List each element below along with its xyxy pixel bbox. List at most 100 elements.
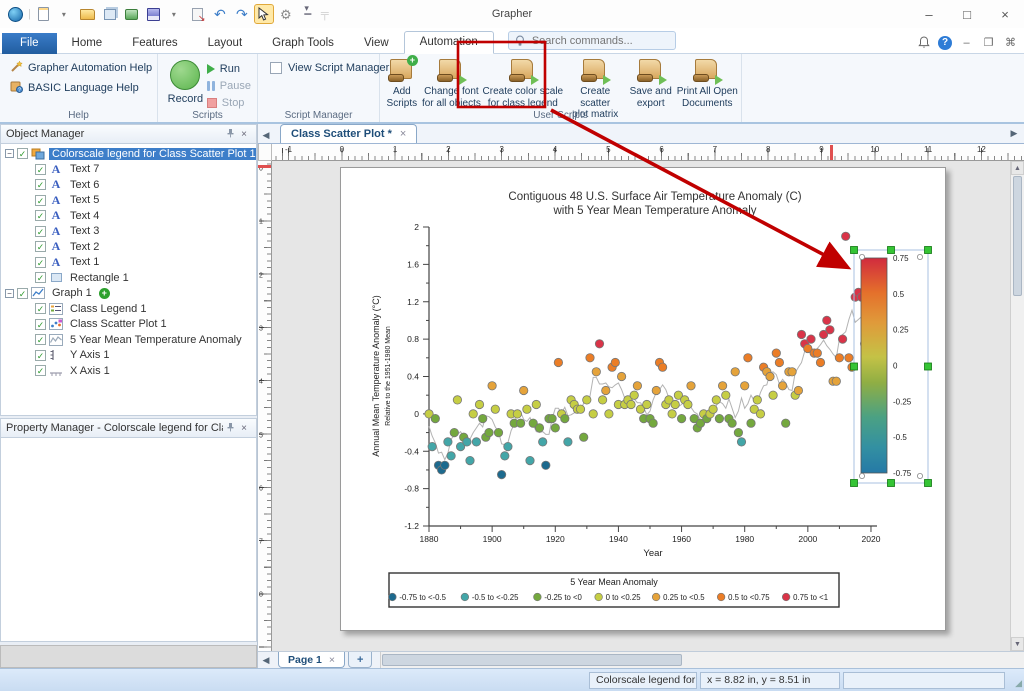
tab-layout[interactable]: Layout [193, 33, 258, 54]
selection-handle[interactable] [925, 363, 932, 370]
visibility-checkbox[interactable]: ✓ [17, 148, 28, 159]
tree-item-class-legend-1[interactable]: ✓Class Legend 1 [1, 301, 256, 317]
selection-handle[interactable] [851, 247, 858, 254]
tree-item-text-2[interactable]: ✓AText 2 [1, 239, 256, 255]
new-page-tab[interactable]: + [348, 652, 372, 668]
selection-handle[interactable] [925, 247, 932, 254]
vertical-scroll-thumb[interactable] [1013, 176, 1022, 296]
close-button[interactable]: × [986, 0, 1024, 28]
open-folder-icon[interactable] [78, 4, 98, 24]
tree-item-5-year-mean-temperature-anomaly[interactable]: ✓5 Year Mean Temperature Anomaly [1, 332, 256, 348]
page-tab[interactable]: Page 1 × [278, 652, 345, 668]
doc-tabs-left-arrow-icon[interactable]: ◀ [258, 127, 274, 143]
rotate-handle-icon[interactable] [917, 254, 922, 259]
tree-item-text-3[interactable]: ✓AText 3 [1, 224, 256, 240]
undo-icon[interactable]: ↶ [210, 4, 230, 24]
collapse-expander-icon[interactable]: − [5, 149, 14, 158]
visibility-checkbox[interactable]: ✓ [35, 272, 46, 283]
search-box[interactable] [508, 31, 676, 50]
redo-icon[interactable]: ↷ [232, 4, 252, 24]
selection-handle[interactable] [888, 480, 895, 487]
scroll-down-icon[interactable]: ▼ [1011, 637, 1024, 651]
close-page-icon[interactable]: × [329, 654, 335, 666]
refresh-icon[interactable] [122, 4, 142, 24]
close-panel-icon[interactable]: × [237, 129, 251, 140]
tab-features[interactable]: Features [117, 33, 192, 54]
tree-item-text-7[interactable]: ✓AText 7 [1, 162, 256, 178]
tab-view[interactable]: View [349, 33, 404, 54]
visibility-checkbox[interactable]: ✓ [35, 365, 46, 376]
page-tabs-left-arrow-icon[interactable]: ◀ [258, 652, 274, 668]
visibility-checkbox[interactable]: ✓ [35, 303, 46, 314]
doc-tabs-right-arrow-icon[interactable]: ▶ [1006, 125, 1022, 141]
tree-item-x-axis-1[interactable]: ✓X Axis 1 [1, 363, 256, 379]
visibility-checkbox[interactable]: ✓ [35, 350, 46, 361]
help-icon[interactable]: ? [938, 36, 952, 50]
run-button[interactable]: Run [207, 60, 251, 77]
dropdown-icon[interactable]: ▾ [56, 4, 76, 24]
restore-document-icon[interactable]: ❐ [981, 35, 996, 50]
close-panel-icon[interactable]: × [237, 423, 251, 434]
tab-home[interactable]: Home [57, 33, 118, 54]
vertical-scrollbar[interactable]: ▲ ▼ [1010, 161, 1024, 651]
new-file-icon[interactable] [34, 4, 54, 24]
tree-item-text-5[interactable]: ✓AText 5 [1, 193, 256, 209]
tab-automation[interactable]: Automation [404, 31, 494, 54]
dropdown-icon[interactable]: ▾ [166, 4, 186, 24]
visibility-checkbox[interactable]: ✓ [35, 195, 46, 206]
notifications-bell-icon[interactable] [916, 35, 931, 50]
rotate-handle-icon[interactable] [859, 254, 864, 259]
selection-handle[interactable] [925, 480, 932, 487]
colorscale-gradient-bar[interactable] [861, 258, 887, 473]
tree-item-y-axis-1[interactable]: ✓Y Axis 1 [1, 348, 256, 364]
selection-handle[interactable] [888, 247, 895, 254]
export-icon[interactable]: ↘ [188, 4, 208, 24]
tab-graph-tools[interactable]: Graph Tools [257, 33, 349, 54]
rotate-handle-icon[interactable] [859, 473, 864, 478]
drawing-canvas[interactable]: Contiguous 48 U.S. Surface Air Temperatu… [272, 161, 1010, 651]
restore-window-icon[interactable] [100, 4, 120, 24]
visibility-checkbox[interactable]: ✓ [35, 210, 46, 221]
visibility-checkbox[interactable]: ✓ [17, 288, 28, 299]
record-button[interactable] [170, 58, 200, 90]
pin-icon[interactable] [223, 422, 237, 435]
visibility-checkbox[interactable]: ✓ [35, 164, 46, 175]
minimize-button[interactable]: – [910, 0, 948, 28]
tree-item-text-6[interactable]: ✓AText 6 [1, 177, 256, 193]
visibility-checkbox[interactable]: ✓ [35, 241, 46, 252]
tab-file[interactable]: File [2, 33, 57, 54]
scroll-up-icon[interactable]: ▲ [1011, 161, 1024, 175]
document-tab[interactable]: Class Scatter Plot * × [280, 124, 417, 143]
toolbar-options-icon[interactable]: ▾▔ [298, 4, 318, 24]
help-item-0[interactable]: Grapher Automation Help [6, 58, 151, 78]
tree-item-text-4[interactable]: ✓AText 4 [1, 208, 256, 224]
close-document-icon[interactable]: ⌘ [1003, 35, 1018, 50]
visibility-checkbox[interactable]: ✓ [35, 334, 46, 345]
visibility-checkbox[interactable]: ✓ [35, 319, 46, 330]
help-item-1[interactable]: ?BASIC Language Help [6, 78, 151, 98]
app-globe-icon[interactable] [5, 4, 25, 24]
minimize-ribbon-icon[interactable]: – [959, 35, 974, 50]
collapse-expander-icon[interactable]: − [5, 289, 14, 298]
view-script-manager-checkbox[interactable]: View Script Manager [264, 58, 395, 78]
tree-item-graph-1[interactable]: −✓Graph 1+ [1, 286, 256, 302]
maximize-button[interactable]: □ [948, 0, 986, 28]
search-input[interactable] [530, 34, 660, 48]
tree-item-class-scatter-plot-1[interactable]: ✓Class Scatter Plot 1 [1, 317, 256, 333]
horizontal-scroll-thumb[interactable] [382, 654, 682, 666]
plot-page[interactable]: Contiguous 48 U.S. Surface Air Temperatu… [340, 167, 946, 631]
horizontal-scrollbar[interactable] [380, 652, 1024, 668]
selection-handle[interactable] [851, 480, 858, 487]
visibility-checkbox[interactable]: ✓ [35, 257, 46, 268]
pointer-tool-icon[interactable] [254, 4, 274, 24]
pin-icon[interactable] [223, 128, 237, 141]
add-plot-icon[interactable]: + [99, 288, 110, 299]
gear-icon[interactable]: ⚙ [276, 4, 296, 24]
tree-item-colorscale-legend-for-class-scatter-plot-1[interactable]: −✓Colorscale legend for Class Scatter Pl… [1, 146, 256, 162]
visibility-checkbox[interactable]: ✓ [35, 179, 46, 190]
selection-handle[interactable] [851, 363, 858, 370]
rotate-handle-icon[interactable] [917, 473, 922, 478]
close-tab-icon[interactable]: × [400, 128, 406, 140]
tree-item-text-1[interactable]: ✓AText 1 [1, 255, 256, 271]
resize-grip[interactable]: ◢ [1008, 672, 1022, 689]
